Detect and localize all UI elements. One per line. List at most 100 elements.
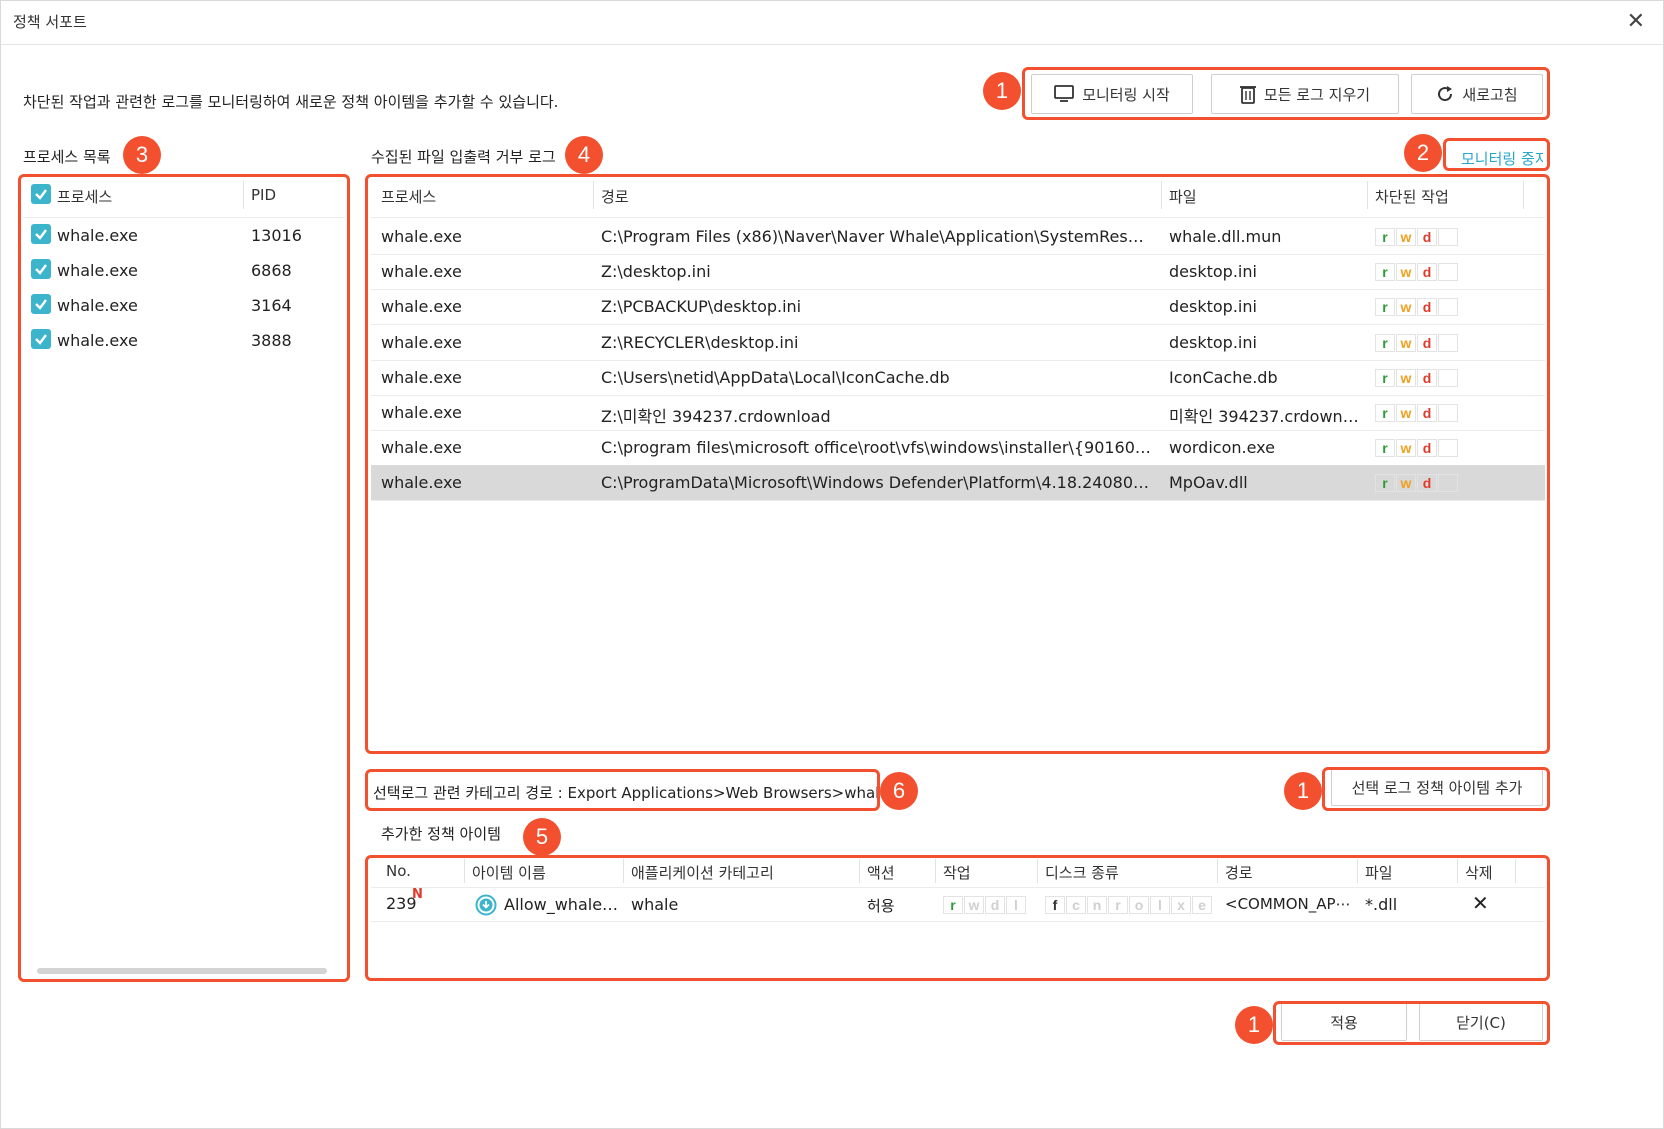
row-divider	[371, 921, 1545, 922]
new-item-marker: N	[412, 887, 423, 902]
log-process: whale.exe	[381, 333, 462, 352]
policy-ops-header[interactable]: 작업	[943, 862, 971, 883]
op-flag-d: d	[1417, 263, 1437, 281]
process-name: whale.exe	[57, 226, 138, 245]
process-name: whale.exe	[57, 261, 138, 280]
op-flag-d: d	[1417, 228, 1437, 246]
policy-file-header[interactable]: 파일	[1365, 862, 1393, 883]
row-divider	[371, 324, 1545, 325]
policy-path-header[interactable]: 경로	[1225, 862, 1253, 883]
callout-badge: 4	[565, 136, 603, 174]
select-all-checkbox[interactable]	[31, 184, 51, 204]
op-flag-r: r	[1375, 369, 1395, 387]
pid-column-header[interactable]: PID	[251, 186, 276, 204]
op-flag-w: w	[1396, 439, 1416, 457]
policy-support-window: 정책 서포트 ✕ 차단된 작업과 관련한 로그를 모니터링하여 새로운 정책 아…	[0, 0, 1664, 1129]
policy-action-header[interactable]: 액션	[867, 862, 895, 883]
callout-badge: 1	[1284, 772, 1322, 810]
blocked-op-flags: rwd	[1375, 474, 1459, 492]
policy-no-header[interactable]: No.	[386, 862, 411, 880]
blocked-op-flags: rwd	[1375, 228, 1459, 246]
policy-path: <COMMON_AP⋯	[1225, 895, 1351, 913]
op-flag-l: l	[1006, 896, 1026, 914]
delete-icon[interactable]: ✕	[1472, 891, 1489, 915]
log-process: whale.exe	[381, 297, 462, 316]
row-divider	[371, 289, 1545, 290]
log-process: whale.exe	[381, 403, 462, 422]
op-flag-d: d	[1417, 369, 1437, 387]
log-file: IconCache.db	[1169, 368, 1278, 387]
log-path: Z:\RECYCLER\desktop.ini	[601, 333, 799, 352]
op-flag-w: w	[1396, 298, 1416, 316]
op-flag-r: r	[1375, 228, 1395, 246]
process-pid: 3164	[251, 296, 292, 315]
toolbar-callout	[1022, 67, 1550, 120]
op-flag-empty	[1438, 263, 1458, 281]
column-divider	[1357, 859, 1358, 883]
op-flag-w: w	[1396, 369, 1416, 387]
log-blocked-header[interactable]: 차단된 작업	[1375, 186, 1449, 207]
process-column-header[interactable]: 프로세스	[57, 186, 112, 207]
callout-badge: 6	[880, 772, 918, 810]
category-path-callout	[365, 769, 880, 811]
op-flag-d: d	[1417, 439, 1437, 457]
op-flag-empty	[1438, 404, 1458, 422]
log-process-header[interactable]: 프로세스	[381, 186, 436, 207]
callout-badge: 1	[1235, 1006, 1273, 1044]
disk-flag-o: o	[1129, 896, 1149, 914]
callout-badge: 1	[983, 72, 1021, 110]
log-process: whale.exe	[381, 368, 462, 387]
process-pid: 3888	[251, 331, 292, 350]
callout-badge: 5	[523, 818, 561, 856]
op-flag-r: r	[1375, 474, 1395, 492]
process-name: whale.exe	[57, 331, 138, 350]
process-list-label: 프로세스 목록	[23, 148, 111, 166]
log-path-header[interactable]: 경로	[601, 186, 629, 207]
op-flag-w: w	[1396, 263, 1416, 281]
log-file: desktop.ini	[1169, 297, 1257, 316]
disk-flag-x: x	[1171, 896, 1191, 914]
title-bar: 정책 서포트 ✕	[1, 1, 1663, 45]
header-divider	[371, 887, 1545, 888]
column-divider	[1457, 859, 1458, 883]
policy-disk-flags: f c n r o l x e	[1045, 896, 1213, 914]
row-divider	[371, 254, 1545, 255]
process-checkbox[interactable]	[31, 224, 51, 244]
log-path: Z:\desktop.ini	[601, 262, 711, 281]
log-file: 미확인 394237.crdownload	[1169, 407, 1363, 426]
op-flag-d: d	[1417, 334, 1437, 352]
horizontal-scrollbar[interactable]	[37, 968, 327, 974]
log-path: C:\ProgramData\Microsoft\Windows Defende…	[601, 473, 1153, 492]
policy-disk-type-header[interactable]: 디스크 종류	[1045, 862, 1119, 883]
op-flag-d: d	[1417, 474, 1437, 492]
policy-file: *.dll	[1365, 895, 1398, 914]
header-divider	[371, 217, 1545, 218]
process-checkbox[interactable]	[31, 294, 51, 314]
column-divider	[623, 859, 624, 883]
policy-app-category-header[interactable]: 애플리케이션 카테고리	[631, 862, 774, 883]
policy-delete-header[interactable]: 삭제	[1465, 862, 1493, 883]
row-divider	[371, 395, 1545, 396]
op-flag-r: r	[1375, 298, 1395, 316]
op-flag-empty	[1438, 439, 1458, 457]
policy-item-name-header[interactable]: 아이템 이름	[472, 862, 546, 883]
log-table-label: 수집된 파일 입출력 거부 로그	[371, 148, 556, 166]
process-checkbox[interactable]	[31, 329, 51, 349]
op-flag-r: r	[1375, 263, 1395, 281]
log-file-header[interactable]: 파일	[1169, 186, 1197, 207]
log-path: C:\Program Files (x86)\Naver\Naver Whale…	[601, 227, 1153, 246]
policy-item-name: Allow_whale de	[504, 895, 619, 914]
blocked-op-flags: rwd	[1375, 369, 1459, 387]
log-file: whale.dll.mun	[1169, 227, 1282, 246]
column-divider	[859, 859, 860, 883]
process-pid: 13016	[251, 226, 302, 245]
stop-monitoring-callout	[1443, 138, 1550, 171]
close-icon[interactable]: ✕	[1627, 9, 1645, 34]
column-divider	[1367, 181, 1368, 209]
process-checkbox[interactable]	[31, 259, 51, 279]
op-flag-r: r	[1375, 334, 1395, 352]
log-path: C:\Users\netid\AppData\Local\IconCache.d…	[601, 368, 950, 387]
log-file: wordicon.exe	[1169, 438, 1275, 457]
policy-action: 허용	[867, 897, 895, 915]
op-flag-empty	[1438, 334, 1458, 352]
